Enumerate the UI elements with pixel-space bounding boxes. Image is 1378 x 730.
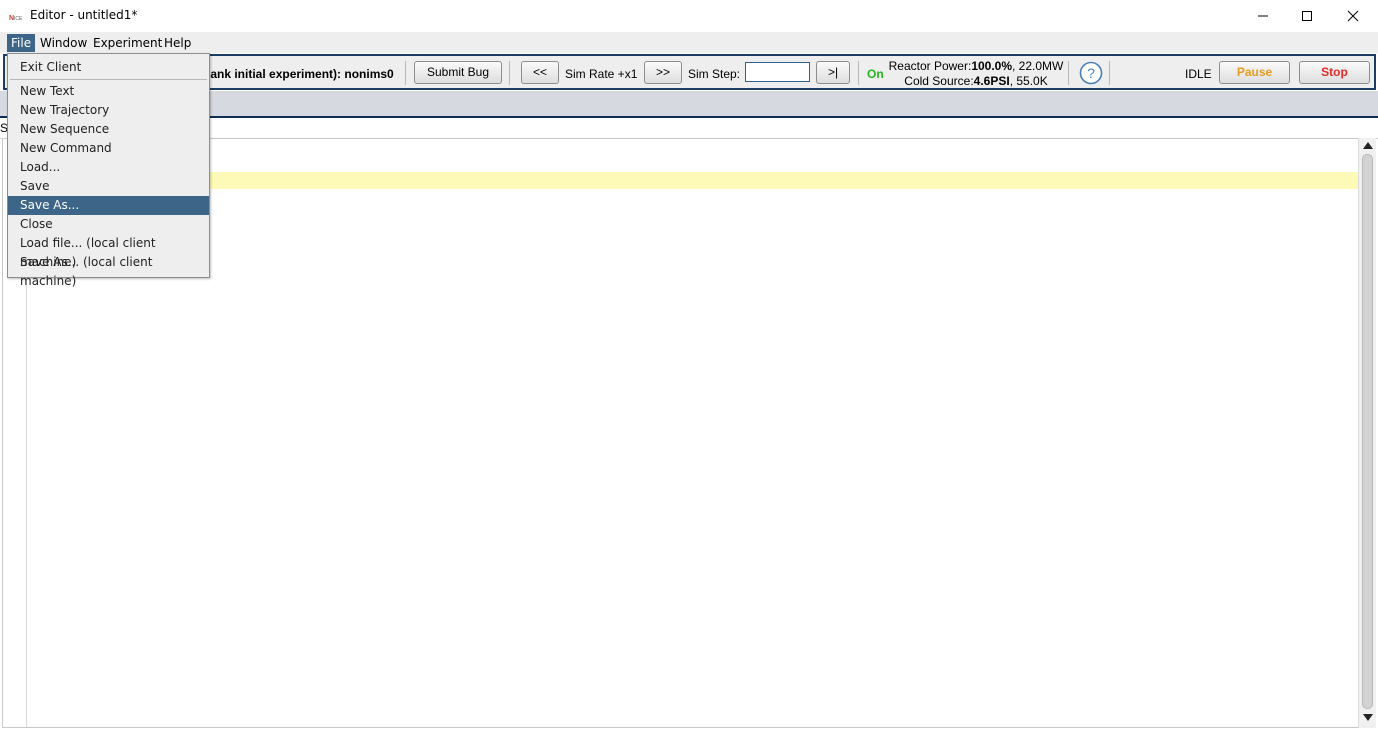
- menu-help[interactable]: Help: [160, 34, 195, 52]
- svg-text:ICE: ICE: [14, 16, 23, 22]
- menu-item-exit-client[interactable]: Exit Client: [8, 58, 209, 77]
- scroll-thumb[interactable]: [1362, 154, 1373, 709]
- maximize-icon: [1302, 10, 1312, 21]
- rewind-button[interactable]: <<: [521, 61, 559, 84]
- svg-text:?: ?: [1087, 65, 1095, 81]
- submit-bug-button[interactable]: Submit Bug: [414, 61, 502, 84]
- cold-source-psi: 4.6PSI: [973, 74, 1010, 88]
- sim-step-input[interactable]: [745, 62, 810, 82]
- sim-step-label: Sim Step:: [688, 67, 741, 81]
- menu-file[interactable]: File: [7, 34, 36, 52]
- minimize-button[interactable]: [1240, 0, 1286, 31]
- menu-item-load[interactable]: Load...: [8, 158, 209, 177]
- file-menu-dropdown: Exit Client New Text New Trajectory New …: [7, 53, 210, 288]
- toolbar-separator: [405, 61, 406, 85]
- menu-item-close[interactable]: Close: [8, 215, 209, 234]
- forward-button[interactable]: >>: [644, 61, 682, 84]
- reactor-power-value: 100.0%: [971, 59, 1013, 73]
- app-logo-icon: N ICE: [9, 15, 23, 22]
- stop-button[interactable]: Stop: [1299, 61, 1370, 84]
- pause-button[interactable]: Pause: [1219, 61, 1290, 84]
- menu-separator: [10, 79, 207, 80]
- experiment-label: lank initial experiment): nonims0: [207, 67, 394, 81]
- reactor-power-mw: , 22.0MW: [1012, 59, 1064, 73]
- menu-item-new-text[interactable]: New Text: [8, 82, 209, 101]
- idle-status: IDLE: [1185, 67, 1212, 81]
- toolbar-separator: [1068, 61, 1069, 85]
- reactor-on-status: On: [867, 67, 884, 81]
- window-title: Editor - untitled1*: [30, 8, 138, 22]
- vertical-scrollbar[interactable]: [1358, 138, 1376, 728]
- menu-experiment[interactable]: Experiment: [89, 34, 166, 52]
- scroll-down-icon[interactable]: [1363, 714, 1373, 721]
- minimize-icon: [1258, 15, 1268, 16]
- current-line-highlight: [27, 172, 1359, 189]
- toolbar-separator: [509, 61, 510, 85]
- maximize-button[interactable]: [1284, 0, 1330, 31]
- help-icon[interactable]: ?: [1079, 61, 1103, 85]
- cold-source-k: , 55.0K: [1009, 74, 1048, 88]
- toolbar-separator: [1109, 61, 1110, 85]
- menu-item-new-command[interactable]: New Command: [8, 139, 209, 158]
- close-icon: [1347, 10, 1359, 21]
- menu-item-new-trajectory[interactable]: New Trajectory: [8, 101, 209, 120]
- sim-rate-label: Sim Rate +x1: [565, 67, 638, 81]
- title-bar: N ICE Editor - untitled1*: [0, 0, 1378, 32]
- menu-item-new-sequence[interactable]: New Sequence: [8, 120, 209, 139]
- cold-source-label: Cold Source:: [904, 74, 974, 88]
- menu-item-save-as[interactable]: Save As...: [8, 196, 209, 215]
- toolbar-separator: [858, 61, 859, 85]
- menu-bar: File Window Experiment Help: [0, 32, 1378, 53]
- reactor-power-label: Reactor Power:: [888, 59, 972, 73]
- menu-item-load-file-local[interactable]: Load file... (local client machine): [8, 234, 209, 269]
- step-button[interactable]: >|: [816, 61, 850, 84]
- menu-item-save-as-local[interactable]: Save As... (local client machine): [8, 253, 209, 288]
- scroll-up-icon[interactable]: [1363, 142, 1373, 149]
- menu-item-save[interactable]: Save: [8, 177, 209, 196]
- reactor-status: Reactor Power:100.0%, 22.0MW Cold Source…: [885, 59, 1067, 89]
- close-button[interactable]: [1330, 0, 1376, 31]
- menu-window[interactable]: Window: [36, 34, 91, 52]
